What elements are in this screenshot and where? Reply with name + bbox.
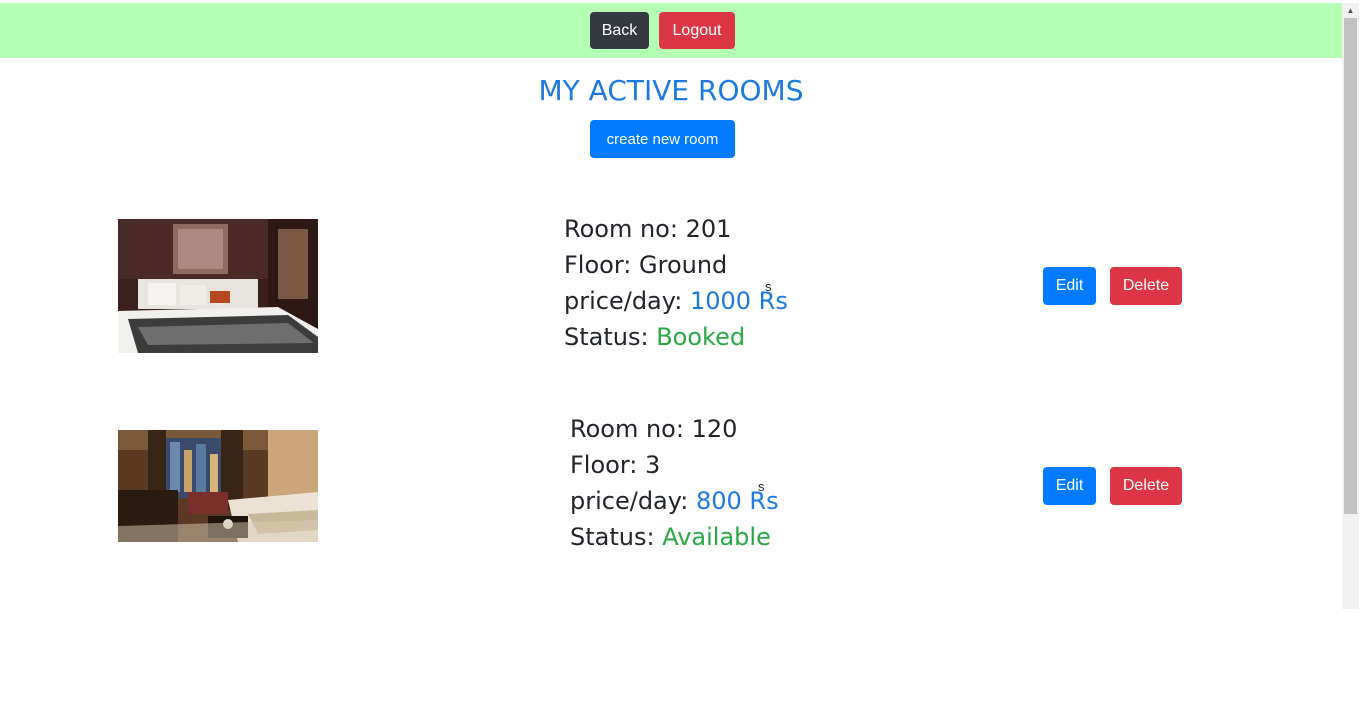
room-floor: Floor: Ground: [564, 251, 727, 279]
price-value: 1000 Rs: [689, 287, 788, 315]
room-floor: Floor: 3: [570, 451, 660, 479]
price-label: price/day:: [564, 287, 683, 315]
vertical-scrollbar[interactable]: ▲: [1342, 3, 1359, 609]
room-image: [118, 430, 318, 542]
logout-button[interactable]: Logout: [659, 12, 735, 49]
room-price: price/day: 800 Rs: [570, 487, 779, 515]
price-superscript: s: [765, 279, 772, 294]
room-number-label: Room no:: [564, 215, 678, 243]
hotel-room-city-view-image: [118, 430, 318, 542]
room-number-value: 120: [691, 415, 738, 443]
status-value: Booked: [656, 323, 746, 351]
floor-label: Floor:: [570, 451, 638, 479]
floor-value: Ground: [639, 251, 728, 279]
page-title: MY ACTIVE ROOMS: [538, 74, 804, 107]
room-status: Status: Booked: [564, 323, 745, 351]
edit-button[interactable]: Edit: [1043, 467, 1096, 505]
floor-value: 3: [645, 451, 661, 479]
delete-button[interactable]: Delete: [1110, 467, 1182, 505]
room-number: Room no: 201: [564, 215, 731, 243]
floor-label: Floor:: [564, 251, 632, 279]
create-room-button[interactable]: create new room: [590, 120, 735, 158]
status-label: Status:: [564, 323, 649, 351]
room-price: price/day: 1000 Rs: [564, 287, 788, 315]
room-number: Room no: 120: [570, 415, 737, 443]
room-number-label: Room no:: [570, 415, 684, 443]
delete-button[interactable]: Delete: [1110, 267, 1182, 305]
back-button[interactable]: Back: [590, 12, 649, 49]
room-number-value: 201: [685, 215, 732, 243]
room-status: Status: Available: [570, 523, 771, 551]
status-label: Status:: [570, 523, 655, 551]
hotel-bedroom-image: [118, 219, 318, 353]
scrollbar-thumb[interactable]: [1344, 18, 1357, 514]
edit-button[interactable]: Edit: [1043, 267, 1096, 305]
top-nav-bar: Back Logout: [0, 3, 1342, 58]
price-superscript: s: [758, 479, 765, 494]
status-value: Available: [662, 523, 771, 551]
price-label: price/day:: [570, 487, 689, 515]
scroll-up-icon[interactable]: ▲: [1342, 3, 1359, 18]
price-value: 800 Rs: [695, 487, 779, 515]
room-image: [118, 219, 318, 353]
